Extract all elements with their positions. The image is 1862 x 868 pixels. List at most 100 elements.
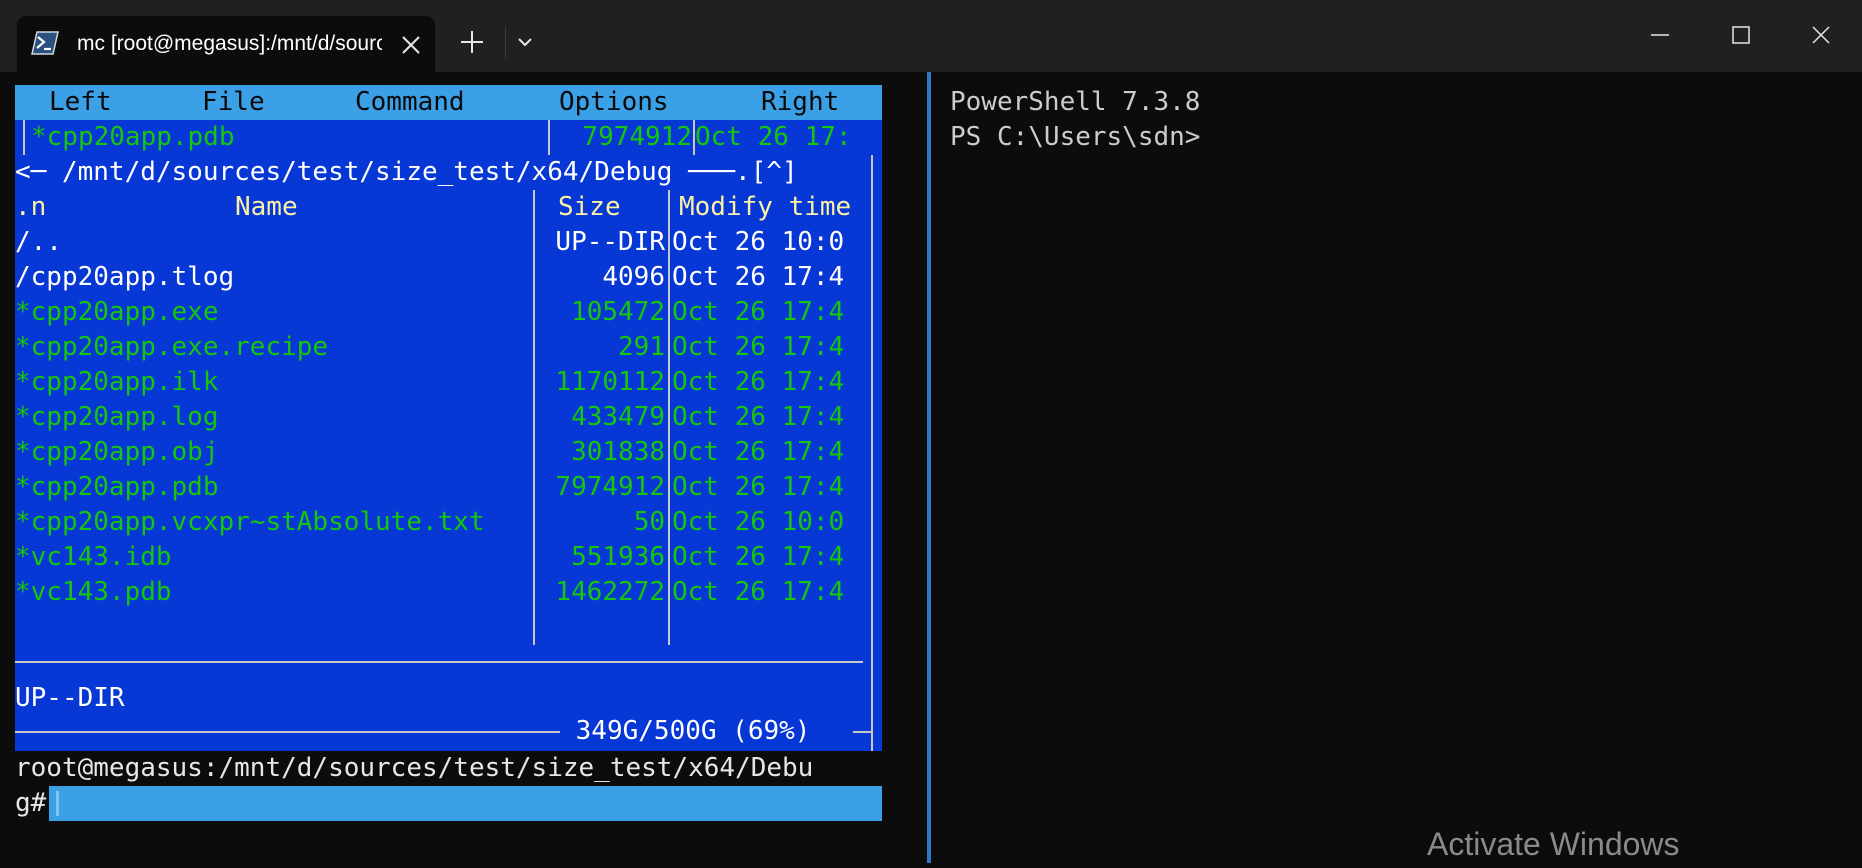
file-row[interactable]: *cpp20app.log 433479 Oct 26 17:4	[15, 400, 882, 435]
file-row[interactable]: *cpp20app.vcxpr~stAbsolute.txt 50 Oct 26 1…	[15, 505, 882, 540]
panel-path-text[interactable]: <─ /mnt/d/sources/test/size_test/x64/Deb…	[15, 155, 882, 190]
minimize-icon	[1651, 34, 1669, 36]
prompt-text: root@megasus:/mnt/d/sources/test/size_te…	[15, 753, 814, 783]
column-separator	[668, 190, 670, 645]
menu-file[interactable]: File	[202, 85, 265, 120]
panel-separator	[15, 661, 863, 663]
file-row[interactable]: *cpp20app.obj 301838 Oct 26 17:4	[15, 435, 882, 470]
activate-windows-watermark: Activate Windows	[1427, 826, 1680, 862]
tab-separator	[505, 27, 506, 59]
menu-right[interactable]: Right	[761, 85, 839, 120]
file-name: *cpp20app.exe.recipe	[15, 332, 329, 362]
maximize-icon	[1732, 26, 1750, 44]
plus-icon[interactable]	[458, 28, 486, 56]
file-modify: Oct 26 17:4	[672, 402, 845, 432]
file-name: *cpp20app.log	[15, 402, 219, 432]
file-name: *vc143.pdb	[15, 577, 172, 607]
command-line-1: root@megasus:/mnt/d/sources/test/size_te…	[15, 751, 882, 786]
header-modify[interactable]: Modify time	[679, 190, 869, 225]
file-name: *cpp20app.pdb	[15, 472, 219, 502]
disk-info-row: 349G/500G (69%)	[15, 714, 882, 749]
close-icon[interactable]	[397, 31, 425, 59]
file-size: 1170112	[555, 367, 665, 397]
file-name: *vc143.idb	[15, 542, 172, 572]
panel-path: <─ /mnt/d/sources/test/size_test/x64/Deb…	[15, 155, 882, 190]
panel-border	[548, 120, 550, 155]
terminal-pane-mc[interactable]: Left File Command Options Right *cpp20ap…	[0, 72, 925, 863]
file-modify: Oct 26 17:4	[672, 262, 845, 292]
file-modify: Oct 26 17:4	[672, 542, 845, 572]
file-modify: Oct 26 17:4	[672, 297, 845, 327]
prompt-symbol: g#	[15, 788, 47, 818]
panel-header: .n Name Size Modify time	[15, 190, 882, 225]
file-modify: Oct 26 17:4	[672, 332, 845, 362]
file-modify: Oct 26 10:0	[672, 227, 845, 257]
mc-menu-bar: Left File Command Options Right	[15, 85, 882, 120]
file-modify: Oct 26 17:4	[672, 437, 845, 467]
tab-mc[interactable]: mc [root@megasus]:/mnt/d/sources/test/si…	[17, 16, 435, 72]
file-size: 4096	[602, 262, 665, 292]
mini-status: UP--DIR	[15, 681, 882, 716]
file-row[interactable]: *cpp20app.pdb 7974912 Oct 26 17:4	[15, 470, 882, 505]
header-size[interactable]: Size	[558, 190, 668, 225]
file-modify: Oct 26 17:	[695, 122, 852, 152]
panel-bottom-border	[853, 731, 871, 733]
column-separator	[533, 190, 535, 645]
file-size: 551936	[571, 542, 665, 572]
file-name: /..	[15, 227, 62, 257]
file-row[interactable]: *cpp20app.exe 105472 Oct 26 17:4	[15, 295, 882, 330]
tab-title: mc [root@megasus]:/mnt/d/sources/test/si…	[77, 32, 382, 55]
file-size: 1462272	[555, 577, 665, 607]
file-row[interactable]: /.. UP--DIR Oct 26 10:0	[15, 225, 882, 260]
file-size: 50	[633, 507, 665, 537]
file-modify: Oct 26 10:0	[672, 507, 845, 537]
menu-options[interactable]: Options	[559, 85, 669, 120]
powershell-prompt: PS C:\Users\sdn>	[950, 122, 1201, 152]
powershell-icon	[31, 31, 59, 55]
file-row[interactable]: *vc143.pdb 1462272 Oct 26 17:4	[15, 575, 882, 610]
menu-command[interactable]: Command	[355, 85, 465, 120]
close-window-button[interactable]	[1786, 16, 1856, 54]
file-modify: Oct 26 17:4	[672, 367, 845, 397]
disk-info: 349G/500G (69%)	[560, 716, 827, 746]
menu-left[interactable]: Left	[49, 85, 112, 120]
pane-divider[interactable]	[925, 72, 936, 863]
file-size: 105472	[571, 297, 665, 327]
maximize-button[interactable]	[1706, 16, 1776, 54]
right-panel-peek: *cpp20app.pdb 7974912 Oct 26 17:	[15, 120, 882, 155]
file-size: 7974912	[555, 472, 665, 502]
file-modify: Oct 26 17:4	[672, 472, 845, 502]
panel-border	[23, 120, 25, 155]
title-bar: mc [root@megasus]:/mnt/d/sources/test/si…	[0, 0, 1862, 72]
file-size: UP--DIR	[555, 227, 665, 257]
sort-indicator[interactable]: .n	[15, 190, 75, 225]
close-icon	[1812, 26, 1830, 44]
file-name: *cpp20app.ilk	[15, 367, 219, 397]
file-name: /cpp20app.tlog	[15, 262, 235, 292]
file-size: 291	[618, 332, 665, 362]
file-row[interactable]: /cpp20app.tlog 4096 Oct 26 17:4	[15, 260, 882, 295]
file-name: *cpp20app.exe	[15, 297, 219, 327]
active-pane-indicator	[927, 72, 931, 863]
powershell-output: PowerShell 7.3.8 PS C:\Users\sdn>	[950, 85, 1830, 155]
powershell-version: PowerShell 7.3.8	[950, 87, 1201, 117]
terminal-pane-powershell[interactable]: PowerShell 7.3.8 PS C:\Users\sdn>	[936, 72, 1862, 863]
file-size: 301838	[571, 437, 665, 467]
command-input[interactable]	[49, 786, 882, 821]
minimize-button[interactable]	[1625, 16, 1695, 54]
file-row[interactable]: *cpp20app.exe.recipe 291 Oct 26 17:4	[15, 330, 882, 365]
file-size: 7974912	[582, 122, 692, 152]
file-row[interactable]: *cpp20app.ilk 1170112 Oct 26 17:4	[15, 365, 882, 400]
header-name[interactable]: Name	[235, 190, 355, 225]
midnight-commander: Left File Command Options Right *cpp20ap…	[15, 85, 882, 822]
file-name: *cpp20app.obj	[15, 437, 219, 467]
file-name[interactable]: *cpp20app.pdb	[31, 120, 451, 155]
file-row[interactable]: *vc143.idb 551936 Oct 26 17:4	[15, 540, 882, 575]
chevron-down-icon[interactable]	[515, 32, 535, 52]
command-line-2: g#	[15, 786, 882, 821]
file-name: *cpp20app.vcxpr~stAbsolute.txt	[15, 507, 485, 537]
file-modify: Oct 26 17:4	[672, 577, 845, 607]
text-cursor	[56, 791, 59, 816]
mini-status-text: UP--DIR	[15, 683, 125, 713]
file-size: 433479	[571, 402, 665, 432]
